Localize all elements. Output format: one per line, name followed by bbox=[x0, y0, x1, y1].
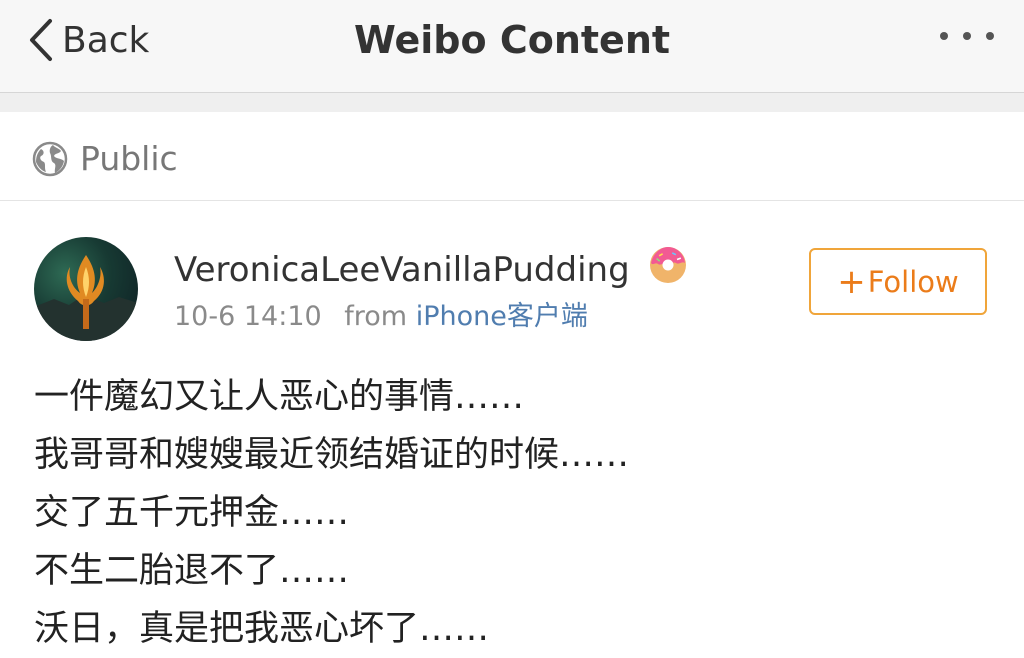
page-title: Weibo Content bbox=[353, 18, 671, 62]
donut-icon bbox=[650, 247, 686, 283]
avatar-image bbox=[34, 255, 138, 341]
more-dot bbox=[986, 32, 994, 40]
section-divider bbox=[0, 93, 1024, 112]
more-dot bbox=[963, 32, 971, 40]
author-name[interactable]: VeronicaLeeVanillaPudding bbox=[174, 248, 630, 292]
post-source-link[interactable]: iPhone客户端 bbox=[416, 301, 588, 332]
post-from-label: from bbox=[344, 301, 408, 332]
visibility-label: Public bbox=[80, 139, 178, 178]
more-icon[interactable] bbox=[940, 32, 994, 40]
post-line: 不生二胎退不了…… bbox=[34, 551, 350, 591]
globe-icon bbox=[32, 141, 68, 177]
plus-icon: + bbox=[837, 261, 866, 302]
follow-label: Follow bbox=[867, 264, 959, 299]
post-line: 我哥哥和嫂嫂最近领结婚证的时候…… bbox=[34, 435, 630, 475]
nav-bar: Back Weibo Content bbox=[0, 0, 1024, 93]
more-dot bbox=[940, 32, 948, 40]
avatar[interactable] bbox=[34, 237, 138, 341]
post-line: 一件魔幻又让人恶心的事情…… bbox=[34, 377, 525, 417]
post-body: 一件魔幻又让人恶心的事情…… 我哥哥和嫂嫂最近领结婚证的时候…… 交了五千元押金… bbox=[34, 368, 994, 658]
post-line: 交了五千元押金…… bbox=[34, 493, 350, 533]
post-timestamp: 10-6 14:10 bbox=[174, 301, 322, 332]
post-meta: 10-6 14:10 from iPhone客户端 bbox=[174, 298, 588, 336]
follow-button[interactable]: + Follow bbox=[809, 248, 987, 315]
post-line: 沃日，真是把我恶心坏了…… bbox=[34, 609, 490, 649]
